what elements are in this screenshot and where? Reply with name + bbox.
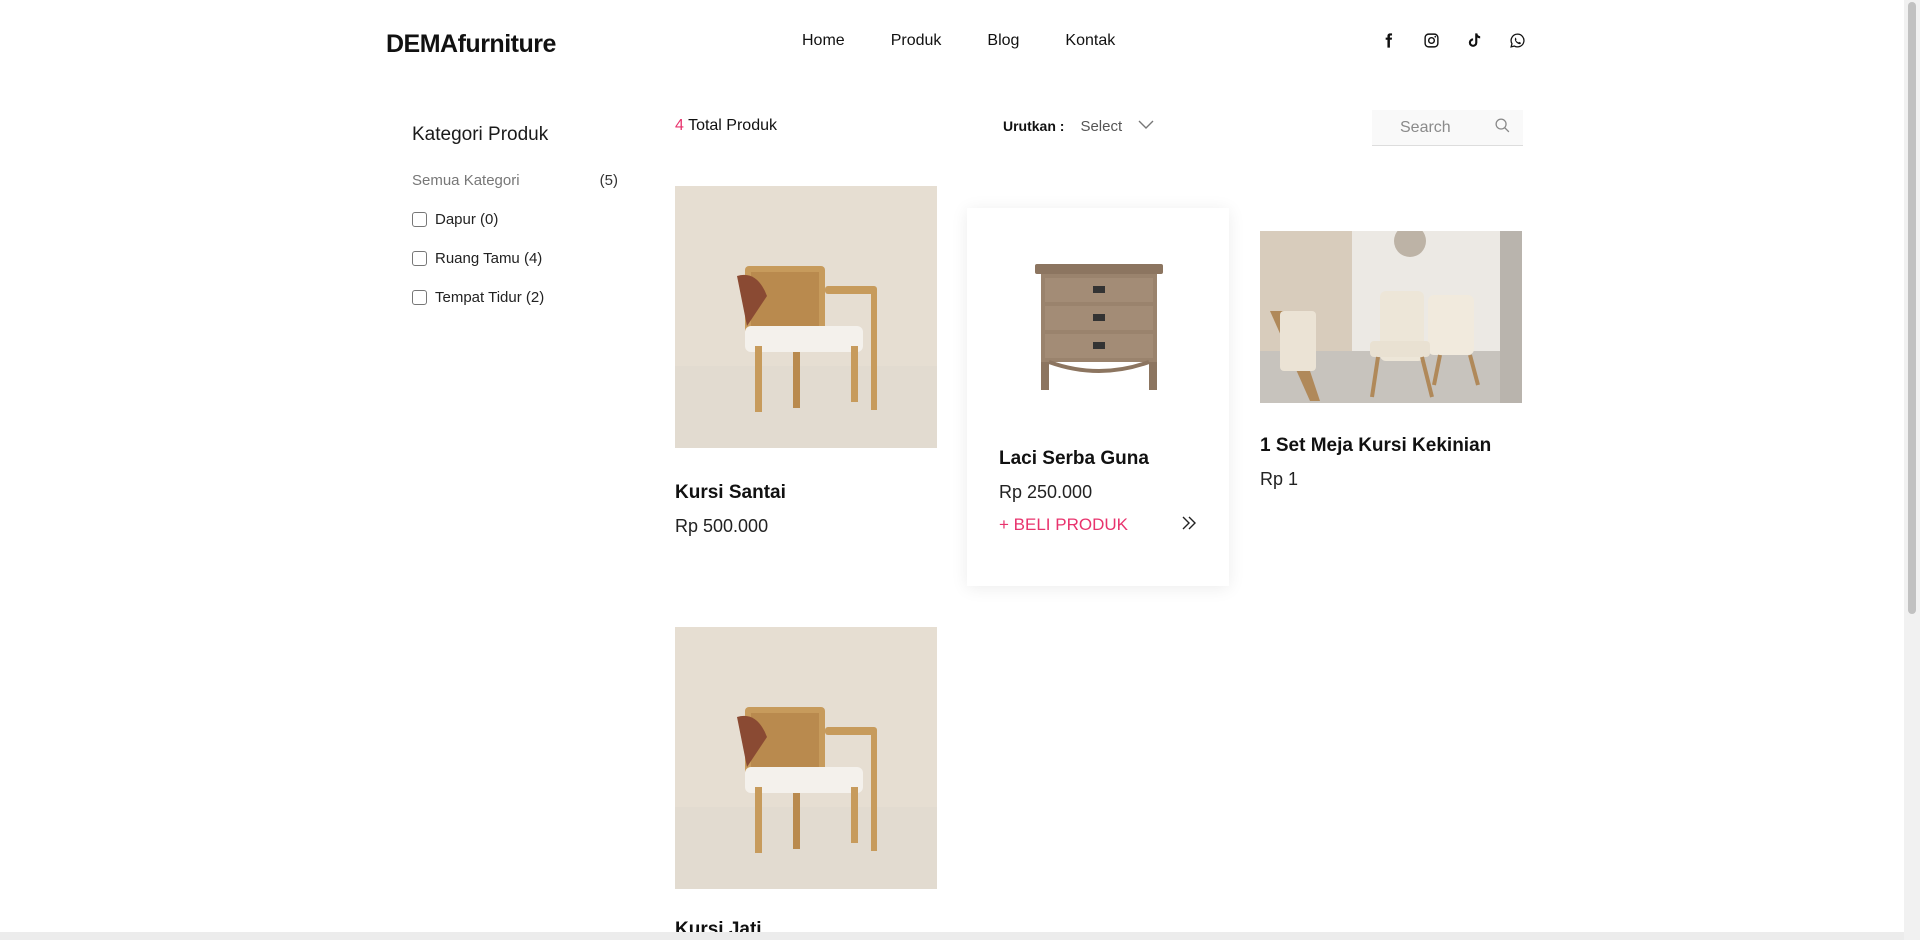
product-total-label: Total Produk — [688, 117, 777, 134]
bottom-bar — [0, 932, 1904, 940]
category-item-tempat-tidur[interactable]: Tempat Tidur (2) — [412, 289, 618, 306]
product-image[interactable] — [675, 186, 937, 448]
product-total: 4 Total Produk — [675, 117, 777, 135]
nav-produk[interactable]: Produk — [891, 32, 942, 50]
search-icon[interactable] — [1494, 117, 1511, 139]
product-image[interactable] — [675, 627, 937, 889]
product-image[interactable] — [1260, 231, 1522, 403]
buy-product-button[interactable]: + BELI PRODUK — [999, 515, 1128, 535]
category-label: Dapur (0) — [435, 211, 499, 228]
instagram-icon[interactable] — [1421, 30, 1442, 51]
whatsapp-icon[interactable] — [1507, 30, 1528, 51]
social-links — [1378, 30, 1528, 51]
product-name[interactable]: Laci Serba Guna — [999, 448, 1197, 470]
sort-label: Urutkan : — [1003, 118, 1065, 134]
sort-dropdown[interactable]: Urutkan : Select — [1003, 117, 1154, 135]
category-item-ruang-tamu[interactable]: Ruang Tamu (4) — [412, 250, 618, 267]
product-card[interactable]: 1 Set Meja Kursi Kekinian Rp 1 — [1260, 231, 1522, 490]
category-item-dapur[interactable]: Dapur (0) — [412, 211, 618, 228]
main-nav: Home Produk Blog Kontak — [802, 32, 1115, 50]
nav-kontak[interactable]: Kontak — [1065, 32, 1115, 50]
search-placeholder: Search — [1400, 118, 1451, 136]
category-checkbox[interactable] — [412, 290, 427, 305]
chevron-down-icon[interactable] — [1138, 117, 1154, 135]
scrollbar-thumb[interactable] — [1908, 2, 1916, 614]
product-total-count: 4 — [675, 117, 684, 134]
product-image[interactable] — [999, 228, 1197, 426]
product-card[interactable]: Kursi Jati — [675, 627, 937, 940]
sidebar-title: Kategori Produk — [412, 124, 549, 145]
product-card[interactable]: Laci Serba Guna Rp 250.000 + BELI PRODUK — [967, 208, 1229, 586]
product-name[interactable]: 1 Set Meja Kursi Kekinian — [1260, 435, 1522, 457]
buy-row: + BELI PRODUK — [999, 515, 1197, 535]
category-sidebar: Kategori Produk Semua Kategori (5) Dapur… — [412, 124, 618, 328]
facebook-icon[interactable] — [1378, 30, 1399, 51]
product-price: Rp 500.000 — [675, 516, 769, 536]
category-label: Tempat Tidur (2) — [435, 289, 545, 306]
vertical-scrollbar[interactable] — [1904, 0, 1920, 940]
nav-blog[interactable]: Blog — [987, 32, 1019, 50]
category-checkbox[interactable] — [412, 212, 427, 227]
category-all-count: (5) — [599, 172, 618, 189]
product-price: Rp 1 — [1260, 469, 1299, 489]
category-all[interactable]: Semua Kategori (5) — [412, 172, 618, 189]
sort-select-value[interactable]: Select — [1080, 118, 1122, 135]
product-name[interactable]: Kursi Santai — [675, 482, 937, 504]
tiktok-icon[interactable] — [1464, 30, 1485, 51]
nav-home[interactable]: Home — [802, 32, 845, 50]
category-label: Ruang Tamu (4) — [435, 250, 543, 267]
product-price: Rp 250.000 — [999, 482, 1093, 502]
site-header: DEMAfurniture Home Produk Blog Kontak — [0, 0, 1904, 84]
brand-logo[interactable]: DEMAfurniture — [386, 30, 556, 59]
search-input[interactable]: Search — [1372, 110, 1523, 146]
product-card[interactable]: Kursi Santai Rp 500.000 — [675, 186, 937, 537]
category-checkbox[interactable] — [412, 251, 427, 266]
double-chevron-right-icon[interactable] — [1181, 516, 1197, 535]
category-all-label: Semua Kategori — [412, 172, 520, 189]
